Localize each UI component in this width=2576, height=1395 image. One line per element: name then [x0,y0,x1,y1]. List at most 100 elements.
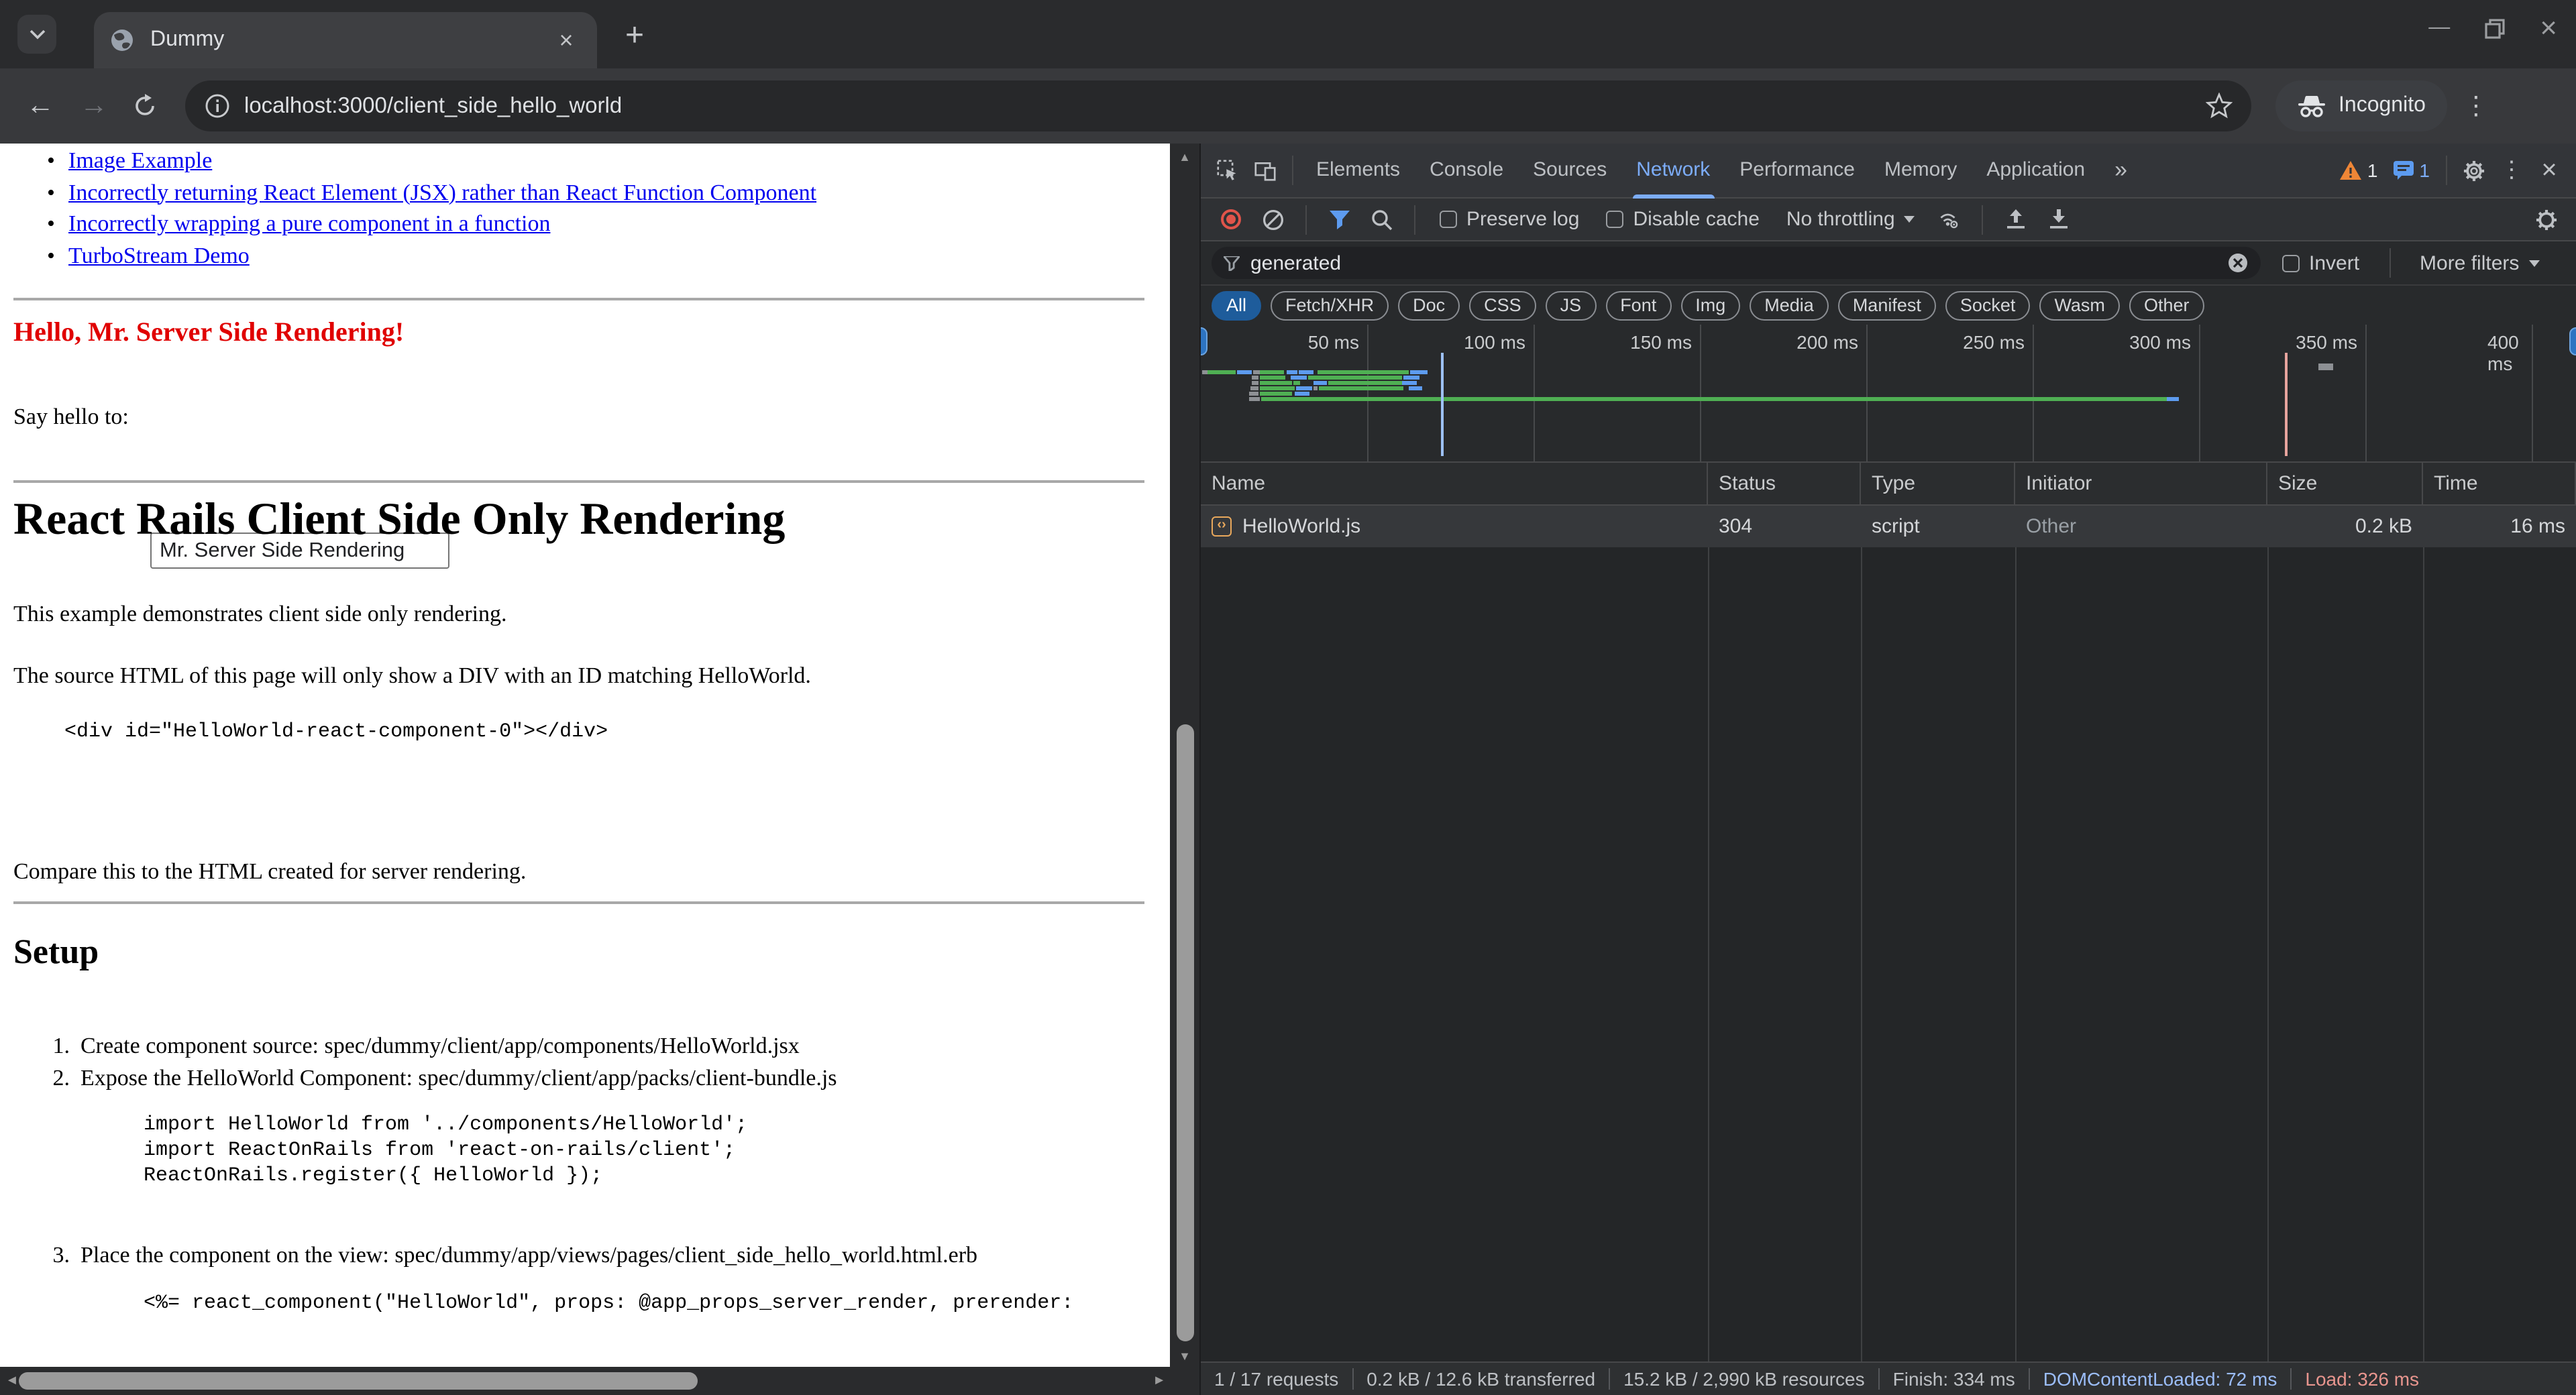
cell-status[interactable]: 304 [1708,506,1861,547]
column-header-time[interactable]: Time [2423,463,2576,504]
column-header-initiator[interactable]: Initiator [2015,463,2267,504]
invert-checkbox[interactable] [2282,254,2300,272]
request-table-row[interactable]: ‹›HelloWorld.js304scriptOther0.2 kB16 ms [1201,506,2576,547]
browser-tab[interactable]: Dummy × [94,12,597,68]
back-button[interactable]: ← [17,83,63,129]
timeline-tick-label: 150 ms [1630,331,1700,353]
overview-right-handle[interactable] [2569,327,2576,355]
import-har-icon[interactable] [1997,201,2035,238]
new-tab-button[interactable]: + [614,16,655,56]
filter-chip-font[interactable]: Font [1605,290,1671,320]
tab-console[interactable]: Console [1415,143,1518,198]
network-conditions-icon[interactable] [1931,201,1969,238]
network-settings-icon[interactable] [2528,201,2565,238]
vertical-scrollbar[interactable]: ▲ ▼ [1170,144,1199,1395]
clear-network-log-icon[interactable] [1254,201,1292,238]
tab-network[interactable]: Network [1621,143,1725,198]
cell-type[interactable]: script [1861,506,2015,547]
scroll-down-icon[interactable]: ▼ [1170,1349,1199,1363]
tab-search-button[interactable] [17,15,56,54]
devtools-menu-icon[interactable]: ⋮ [2493,152,2530,189]
horizontal-scroll-thumb[interactable] [19,1372,698,1390]
filter-chip-fetchxhr[interactable]: Fetch/XHR [1271,290,1389,320]
filter-chip-media[interactable]: Media [1750,290,1829,320]
cell-size[interactable]: 0.2 kB [2267,506,2423,547]
page-link[interactable]: Incorrectly returning React Element (JSX… [68,179,816,205]
waterfall-bar [1295,391,1309,395]
filter-chip-other[interactable]: Other [2129,290,2204,320]
column-header-name[interactable]: Name [1201,463,1708,504]
search-icon[interactable] [1363,201,1401,238]
horizontal-scrollbar[interactable]: ◄ ► [0,1367,1170,1395]
page-link[interactable]: Incorrectly wrapping a pure component in… [68,211,550,236]
page-link[interactable]: Image Example [68,148,212,173]
disable-cache-toggle[interactable]: Disable cache [1606,208,1759,231]
preserve-log-toggle[interactable]: Preserve log [1440,208,1579,231]
reload-button[interactable] [125,83,170,129]
more-tabs-button[interactable]: » [2100,143,2142,198]
tab-memory[interactable]: Memory [1870,143,1972,198]
scroll-right-icon[interactable]: ► [1152,1374,1166,1388]
site-info-icon[interactable] [204,93,231,119]
preserve-log-checkbox[interactable] [1440,211,1457,228]
filter-chip-all[interactable]: All [1212,290,1261,320]
waterfall-bar [1298,370,1313,374]
column-header-status[interactable]: Status [1708,463,1861,504]
tab-performance[interactable]: Performance [1725,143,1870,198]
filter-chip-css[interactable]: CSS [1469,290,1536,320]
url-text[interactable]: localhost:3000/client_side_hello_world [244,93,2206,119]
filter-chip-doc[interactable]: Doc [1398,290,1460,320]
page-link[interactable]: TurboStream Demo [68,242,250,268]
issue-count: 1 [2367,160,2378,181]
filter-chip-js[interactable]: JS [1546,290,1597,320]
window-minimize-button[interactable]: — [2428,16,2450,40]
filter-chip-img[interactable]: Img [1680,290,1740,320]
filter-input[interactable]: generated [1212,247,2261,279]
url-bar[interactable]: localhost:3000/client_side_hello_world [185,80,2251,131]
invert-toggle[interactable]: Invert [2282,252,2359,274]
tab-close-icon[interactable]: × [551,25,581,55]
window-restore-button[interactable] [2485,18,2505,38]
tab-elements[interactable]: Elements [1301,143,1415,198]
scroll-up-icon[interactable]: ▲ [1170,150,1199,164]
cell-initiator[interactable]: Other [2015,506,2267,547]
more-filters-button[interactable]: More filters [2420,252,2539,274]
filter-chip-manifest[interactable]: Manifest [1838,290,1936,320]
divider [2389,248,2390,278]
devtools-settings-icon[interactable] [2455,152,2493,189]
network-overview-timeline[interactable]: 50 ms100 ms150 ms200 ms250 ms300 ms350 m… [1201,325,2576,463]
record-network-log-icon[interactable] [1212,201,1249,238]
cell-name[interactable]: ‹›HelloWorld.js [1201,506,1708,547]
forward-button[interactable]: → [71,83,117,129]
export-har-icon[interactable] [2040,201,2078,238]
disable-cache-checkbox[interactable] [1606,211,1623,228]
filter-text[interactable]: generated [1250,252,2216,274]
column-header-size[interactable]: Size [2267,463,2423,504]
device-toolbar-icon[interactable] [1246,152,1284,189]
page-title: React Rails Client Side Only Rendering [13,495,785,546]
filter-chip-socket[interactable]: Socket [1945,290,2031,320]
list-item: Create component source: spec/dummy/clie… [80,1033,800,1060]
clear-filter-icon[interactable] [2227,252,2249,274]
column-header-type[interactable]: Type [1861,463,2015,504]
cell-time[interactable]: 16 ms [2423,506,2576,547]
tab-application[interactable]: Application [1972,143,2100,198]
filter-chip-wasm[interactable]: Wasm [2039,290,2120,320]
inspect-element-icon[interactable] [1209,152,1246,189]
tab-sources[interactable]: Sources [1518,143,1621,198]
scroll-left-icon[interactable]: ◄ [5,1374,19,1388]
request-name: HelloWorld.js [1242,506,1360,547]
window-close-button[interactable]: × [2540,11,2557,46]
waterfall-bar [1249,391,1258,395]
filter-icon[interactable] [1320,201,1358,238]
issues-badge[interactable]: 1 [2341,160,2378,181]
throttling-select[interactable]: No throttling [1786,208,1915,231]
bookmark-star-icon[interactable] [2206,93,2233,119]
vertical-scroll-thumb[interactable] [1177,724,1194,1341]
devtools-close-icon[interactable]: × [2530,152,2568,189]
browser-menu-button[interactable]: ⋮ [2463,91,2490,121]
console-messages-badge[interactable]: 1 [2394,160,2430,181]
overview-left-handle[interactable] [1201,327,1208,355]
timeline-gridline [2365,325,2367,461]
waterfall-bar [1314,381,1328,385]
